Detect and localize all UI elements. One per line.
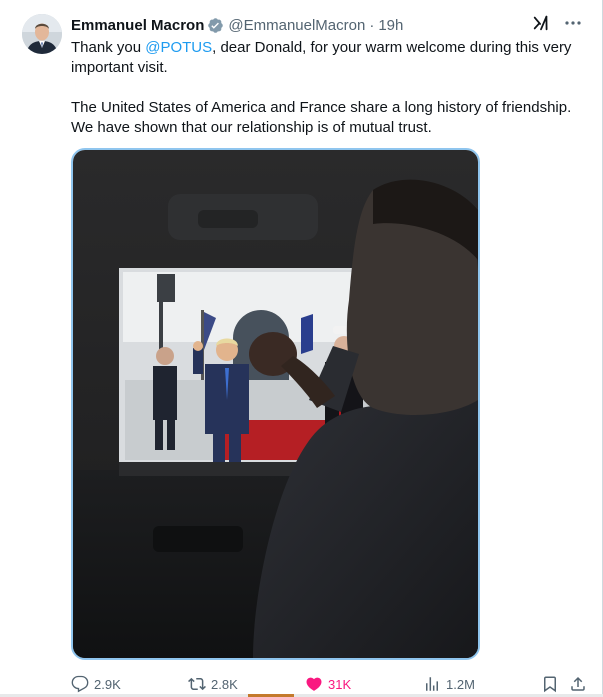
reply-button[interactable]: 2.9K [71, 675, 121, 693]
reply-count: 2.9K [94, 676, 121, 692]
like-button[interactable]: 31K [305, 675, 351, 693]
author-name[interactable]: Emmanuel Macron [71, 17, 204, 34]
tweet-photo[interactable] [71, 148, 480, 660]
action-bar: 2.9K 2.8K 31K 1.2M [71, 673, 589, 695]
verified-badge-icon [207, 17, 224, 34]
tweet-timestamp[interactable]: 19h [378, 17, 403, 34]
heart-icon [306, 677, 322, 691]
avatar[interactable] [22, 14, 62, 54]
tweet: Emmanuel Macron @EmmanuelMacron · 19h Th… [0, 0, 603, 697]
like-count: 31K [328, 676, 352, 692]
views-count: 1.2M [446, 676, 475, 692]
more-icon[interactable] [564, 14, 582, 36]
author-handle[interactable]: @EmmanuelMacron [228, 17, 365, 34]
bookmark-icon [544, 676, 556, 693]
tweet-text-part: Thank you [71, 39, 146, 56]
reply-icon [71, 675, 89, 693]
share-button[interactable] [569, 675, 587, 693]
header-actions [532, 14, 582, 36]
retweet-count: 2.8K [211, 676, 238, 692]
retweet-button[interactable]: 2.8K [188, 675, 238, 693]
tweet-header: Emmanuel Macron @EmmanuelMacron · 19h [71, 14, 582, 36]
views-icon [426, 677, 438, 691]
mention-link[interactable]: @POTUS [145, 39, 212, 56]
tweet-paragraph-1: Thank you @POTUS, dear Donald, for your … [71, 38, 586, 78]
avatar-image [22, 14, 62, 54]
header-separator: · [369, 16, 375, 34]
tweet-text: Thank you @POTUS, dear Donald, for your … [71, 38, 586, 138]
tweet-paragraph-2: The United States of America and France … [71, 99, 572, 136]
bookmark-button[interactable] [541, 675, 559, 693]
photo-image [73, 150, 478, 658]
share-icon [571, 676, 585, 691]
retweet-icon [188, 677, 206, 691]
grok-icon[interactable] [532, 14, 550, 36]
views-button[interactable]: 1.2M [423, 675, 475, 693]
